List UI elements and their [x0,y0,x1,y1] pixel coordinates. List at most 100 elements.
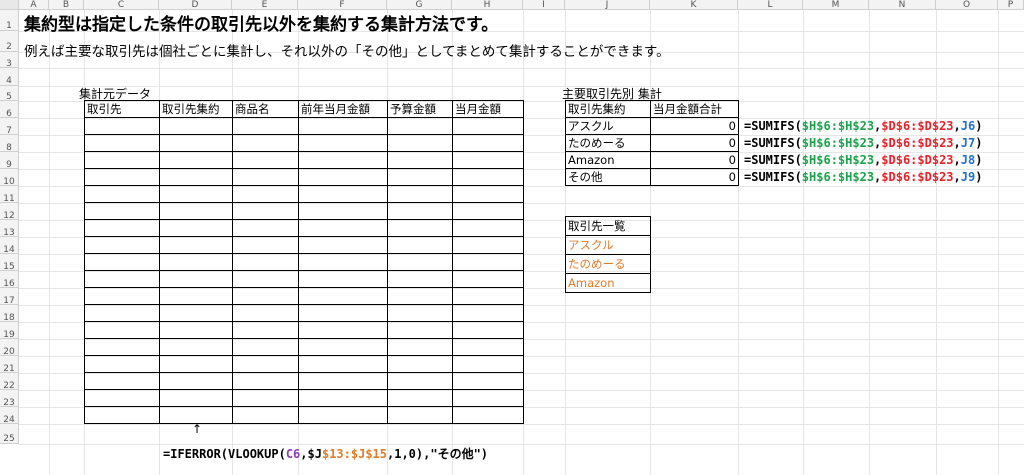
source-cell[interactable] [232,219,299,237]
source-cell[interactable] [387,355,453,373]
source-cell[interactable] [452,185,524,203]
source-cell[interactable] [232,134,299,152]
source-cell[interactable] [387,406,453,424]
row-header-11[interactable]: 11 [0,186,19,204]
source-cell[interactable] [298,338,388,356]
summary-name-cell[interactable]: アスクル [565,117,651,135]
source-cell[interactable] [232,168,299,186]
source-cell[interactable] [298,236,388,254]
source-cell[interactable] [232,236,299,254]
row-header-2[interactable]: 2 [0,31,19,52]
source-cell[interactable] [159,253,233,271]
row-header-9[interactable]: 9 [0,152,19,170]
source-cell[interactable] [159,287,233,305]
column-header-O[interactable]: O [936,0,998,10]
source-cell[interactable] [452,338,524,356]
source-cell[interactable] [232,270,299,288]
column-header-A[interactable]: A [19,0,49,10]
source-cell[interactable] [298,134,388,152]
source-cell[interactable] [387,253,453,271]
summary-value-cell[interactable]: 0 [650,117,739,135]
source-cell[interactable] [452,372,524,390]
source-cell[interactable] [84,202,160,220]
source-cell[interactable] [387,389,453,407]
source-cell[interactable] [159,202,233,220]
spreadsheet[interactable]: ABCDEFGHIJKLMNOP 1 2 3 4 5 6 7 8 9 10 11 12 13 14 15 16… [0,0,1024,475]
summary-value-cell[interactable]: 0 [650,168,739,186]
source-cell[interactable] [232,389,299,407]
source-cell[interactable] [159,117,233,135]
source-cell[interactable] [298,372,388,390]
source-cell[interactable] [232,372,299,390]
column-header-H[interactable]: H [452,0,523,10]
source-cell[interactable] [84,134,160,152]
source-cell[interactable] [159,372,233,390]
source-cell[interactable] [452,134,524,152]
source-cell[interactable] [452,117,524,135]
source-cell[interactable] [159,270,233,288]
column-header-P[interactable]: P [998,0,1024,10]
column-header-J[interactable]: J [565,0,650,10]
source-cell[interactable] [452,355,524,373]
summary-name-cell[interactable]: Amazon [565,151,651,169]
row-header-1[interactable]: 1 [0,10,19,31]
source-cell[interactable] [159,219,233,237]
source-cell[interactable] [232,338,299,356]
source-cell[interactable] [84,253,160,271]
source-cell[interactable] [232,253,299,271]
source-cell[interactable] [232,406,299,424]
source-cell[interactable] [298,304,388,322]
source-cell[interactable] [452,253,524,271]
source-cell[interactable] [298,389,388,407]
column-header-D[interactable]: D [159,0,232,10]
source-cell[interactable] [387,236,453,254]
source-cell[interactable] [84,151,160,169]
row-header-25[interactable]: 25 [0,424,19,444]
column-header-L[interactable]: L [738,0,803,10]
row-header-8[interactable]: 8 [0,135,19,153]
source-cell[interactable] [298,355,388,373]
row-header-22[interactable]: 22 [0,373,19,391]
source-cell[interactable] [159,406,233,424]
column-header-B[interactable]: B [49,0,84,10]
source-cell[interactable] [452,304,524,322]
source-cell[interactable] [387,202,453,220]
source-cell[interactable] [452,168,524,186]
source-cell[interactable] [387,219,453,237]
row-header-4[interactable]: 4 [0,68,19,86]
source-cell[interactable] [159,168,233,186]
row-header-24[interactable]: 24 [0,407,19,425]
source-cell[interactable] [298,117,388,135]
source-cell[interactable] [452,151,524,169]
row-header-18[interactable]: 18 [0,305,19,323]
column-header-C[interactable]: C [84,0,159,10]
source-cell[interactable] [232,287,299,305]
summary-value-cell[interactable]: 0 [650,151,739,169]
row-header-10[interactable]: 10 [0,169,19,187]
row-header-23[interactable]: 23 [0,390,19,408]
column-header-E[interactable]: E [232,0,298,10]
source-cell[interactable] [84,406,160,424]
summary-name-cell[interactable]: その他 [565,168,651,186]
summary-name-cell[interactable]: たのめーる [565,134,651,152]
source-cell[interactable] [159,236,233,254]
row-header-15[interactable]: 15 [0,254,19,272]
source-cell[interactable] [232,185,299,203]
source-cell[interactable] [387,287,453,305]
source-cell[interactable] [298,219,388,237]
source-cell[interactable] [452,287,524,305]
summary-value-cell[interactable]: 0 [650,134,739,152]
source-cell[interactable] [387,321,453,339]
source-cell[interactable] [232,151,299,169]
source-cell[interactable] [159,389,233,407]
row-header-19[interactable]: 19 [0,322,19,340]
source-cell[interactable] [159,151,233,169]
column-header-G[interactable]: G [387,0,452,10]
source-cell[interactable] [84,338,160,356]
source-cell[interactable] [387,117,453,135]
source-cell[interactable] [298,270,388,288]
source-cell[interactable] [159,304,233,322]
source-cell[interactable] [298,253,388,271]
row-header-3[interactable]: 3 [0,52,19,69]
source-cell[interactable] [159,355,233,373]
